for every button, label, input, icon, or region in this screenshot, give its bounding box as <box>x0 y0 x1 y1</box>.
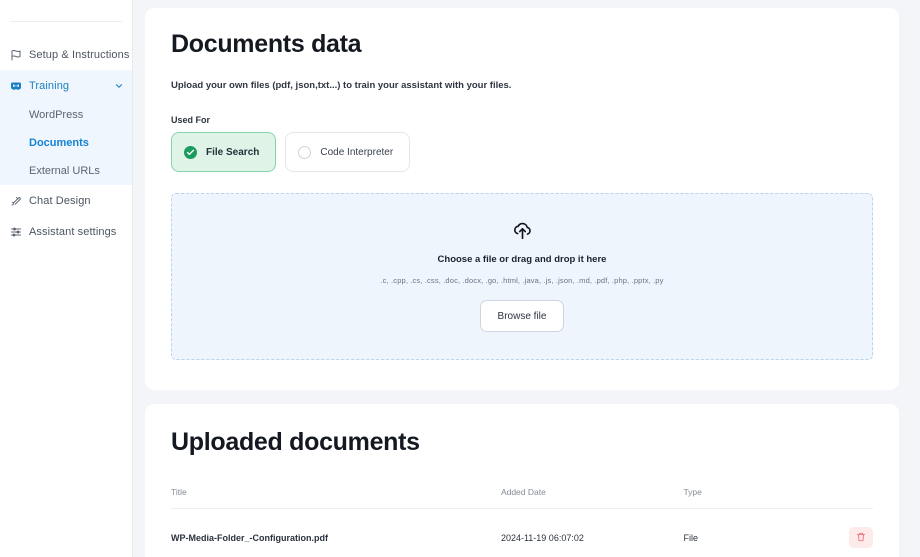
used-for-label: Used For <box>171 115 873 125</box>
documents-data-card: Documents data Upload your own files (pd… <box>145 8 899 390</box>
document-actions-cell <box>810 509 873 557</box>
uploaded-documents-card: Uploaded documents Title Added Date Type… <box>145 404 899 557</box>
browse-file-button[interactable]: Browse file <box>480 300 565 332</box>
uploaded-documents-title: Uploaded documents <box>171 428 873 457</box>
chevron-down-icon[interactable] <box>114 81 124 91</box>
check-circle-icon <box>184 146 197 159</box>
option-label: File Search <box>206 147 259 158</box>
brush-icon <box>9 194 22 207</box>
uploaded-documents-table: Title Added Date Type WP-Media-Folder_-C… <box>171 487 873 557</box>
sidebar-item-documents[interactable]: Documents <box>0 129 132 157</box>
sidebar-subitem-label: External URLs <box>29 165 100 177</box>
flag-icon <box>9 48 22 61</box>
sidebar-item-label: Chat Design <box>29 195 91 207</box>
sidebar-item-setup-instructions[interactable]: Setup & Instructions <box>0 39 132 70</box>
sidebar-item-label: Assistant settings <box>29 226 116 238</box>
cloud-upload-icon <box>511 221 534 245</box>
sidebar-item-label: Training <box>29 80 69 92</box>
document-added-date: 2024-11-19 06:07:02 <box>501 509 684 557</box>
sidebar: Setup & Instructions Training WordPress <box>0 0 133 557</box>
sidebar-nav: Setup & Instructions Training WordPress <box>0 39 132 247</box>
radio-circle-icon <box>298 146 311 159</box>
table-header-row: Title Added Date Type <box>171 487 873 509</box>
sidebar-subitem-label: WordPress <box>29 109 83 121</box>
app-root: Setup & Instructions Training WordPress <box>0 0 920 557</box>
column-header-title: Title <box>171 487 501 509</box>
sidebar-top-divider <box>10 21 122 22</box>
sidebar-item-wordpress[interactable]: WordPress <box>0 101 132 129</box>
used-for-options: File Search Code Interpreter <box>171 132 873 172</box>
option-code-interpreter[interactable]: Code Interpreter <box>285 132 410 172</box>
sliders-icon <box>9 225 22 238</box>
page-subtitle: Upload your own files (pdf, json,txt...)… <box>171 80 873 91</box>
sidebar-item-chat-design[interactable]: Chat Design <box>0 185 132 216</box>
dropzone-main-text: Choose a file or drag and drop it here <box>438 254 607 265</box>
option-file-search[interactable]: File Search <box>171 132 276 172</box>
column-header-added-date: Added Date <box>501 487 684 509</box>
delete-document-button[interactable] <box>849 527 873 548</box>
sidebar-item-assistant-settings[interactable]: Assistant settings <box>0 216 132 247</box>
file-dropzone[interactable]: Choose a file or drag and drop it here .… <box>171 193 873 360</box>
sidebar-item-label: Setup & Instructions <box>29 49 129 61</box>
sidebar-subitem-label: Documents <box>29 137 89 149</box>
column-header-type: Type <box>683 487 809 509</box>
sidebar-item-training[interactable]: Training <box>0 70 132 101</box>
option-label: Code Interpreter <box>320 147 393 158</box>
sidebar-item-external-urls[interactable]: External URLs <box>0 157 132 185</box>
document-title: WP-Media-Folder_-Configuration.pdf <box>171 509 501 557</box>
page-title: Documents data <box>171 30 873 59</box>
column-header-actions <box>810 487 873 509</box>
table-row: WP-Media-Folder_-Configuration.pdf 2024-… <box>171 509 873 557</box>
main-content: Documents data Upload your own files (pd… <box>133 0 920 557</box>
document-type: File <box>683 509 809 557</box>
sidebar-group-training: Training WordPress Documents External UR… <box>0 70 132 185</box>
training-badge-icon <box>9 79 22 92</box>
trash-icon <box>856 530 866 545</box>
dropzone-extensions: .c, .cpp, .cs, .css, .doc, .docx, .go, .… <box>380 276 663 285</box>
